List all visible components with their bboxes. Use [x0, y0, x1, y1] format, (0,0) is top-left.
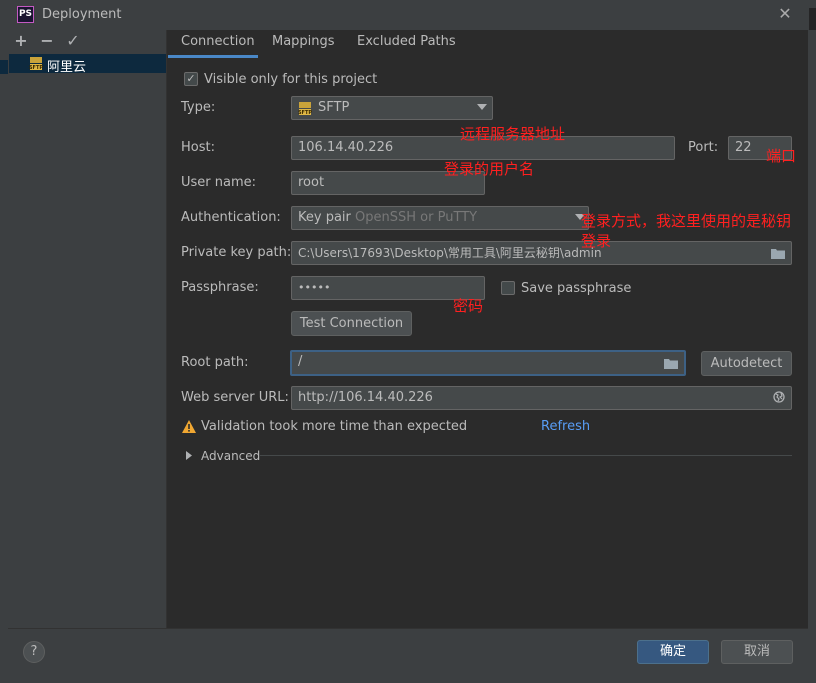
window-title: Deployment — [42, 7, 122, 22]
port-annotation: 端口 — [766, 147, 797, 165]
port-label: Port: — [688, 140, 719, 155]
validation-message: Validation took more time than expected — [201, 419, 468, 434]
folder-icon[interactable] — [771, 248, 785, 259]
folder-icon[interactable] — [664, 358, 678, 369]
svg-text:SFTP: SFTP — [29, 65, 43, 71]
close-icon[interactable]: ✕ — [776, 4, 794, 24]
advanced-toggle[interactable]: Advanced — [201, 449, 260, 463]
host-annotation: 远程服务器地址 — [460, 125, 566, 143]
chevron-down-icon — [477, 104, 487, 110]
type-select[interactable]: SFTP — [291, 96, 493, 120]
tab-excluded-paths[interactable]: Excluded Paths — [357, 34, 456, 58]
refresh-link[interactable]: Refresh — [541, 419, 590, 434]
bottom-edge — [0, 675, 816, 683]
passphrase-label: Passphrase: — [181, 280, 259, 295]
ok-button[interactable]: 确定 — [637, 640, 709, 664]
autodetect-button[interactable]: Autodetect — [701, 351, 792, 376]
visible-only-checkbox[interactable]: ✓ — [184, 72, 198, 86]
active-tab-indicator — [168, 55, 258, 58]
root-path-input[interactable]: / — [290, 350, 686, 376]
tab-mappings[interactable]: Mappings — [272, 34, 335, 58]
server-name[interactable]: 阿里云 — [47, 56, 86, 75]
host-label: Host: — [181, 140, 215, 155]
save-passphrase-checkbox[interactable] — [501, 281, 515, 295]
save-passphrase-label: Save passphrase — [521, 281, 632, 296]
auth-annotation-line1: 登录方式，我这里使用的是秘钥 — [581, 212, 792, 230]
right-edge — [808, 30, 816, 683]
user-name-annotation: 登录的用户名 — [444, 160, 535, 178]
user-name-label: User name: — [181, 175, 257, 190]
web-server-url-input[interactable]: http://106.14.40.226 — [291, 386, 792, 410]
root-path-label: Root path: — [181, 355, 249, 370]
advanced-divider — [260, 455, 792, 456]
add-server-icon[interactable]: + — [13, 33, 29, 49]
server-list-panel — [8, 30, 167, 628]
apply-icon[interactable]: ✓ — [65, 33, 81, 49]
globe-icon[interactable] — [773, 391, 785, 403]
authentication-select[interactable]: Key pair OpenSSH or PuTTY — [291, 206, 589, 230]
chevron-right-icon[interactable] — [186, 451, 192, 460]
phpstorm-logo-icon: PS — [17, 6, 34, 23]
passphrase-annotation: 密码 — [453, 297, 484, 315]
left-edge — [0, 30, 8, 683]
type-label: Type: — [181, 100, 216, 115]
private-key-input[interactable]: C:\Users\17693\Desktop\常用工具\阿里云秘钥\admin — [291, 241, 792, 265]
authentication-value: Key pair — [298, 210, 351, 225]
type-value: SFTP — [318, 100, 350, 115]
private-key-label: Private key path: — [181, 245, 292, 260]
help-button[interactable]: ? — [23, 641, 45, 663]
left-edge-selection — [0, 60, 8, 74]
title-bar — [0, 0, 816, 30]
remove-server-icon[interactable]: − — [39, 33, 55, 49]
warning-icon — [182, 420, 196, 433]
sftp-icon: SFTP — [298, 102, 312, 116]
cancel-button[interactable]: 取消 — [721, 640, 793, 664]
test-connection-button[interactable]: Test Connection — [291, 311, 412, 336]
visible-only-label: Visible only for this project — [204, 72, 378, 87]
sftp-icon: SFTP — [29, 57, 43, 71]
authentication-hint: OpenSSH or PuTTY — [355, 210, 478, 225]
authentication-label: Authentication: — [181, 210, 281, 225]
svg-text:SFTP: SFTP — [298, 110, 312, 116]
web-server-url-label: Web server URL: — [181, 390, 289, 405]
background-window-strip — [809, 8, 816, 32]
auth-annotation-line2: 登录 — [581, 232, 612, 250]
